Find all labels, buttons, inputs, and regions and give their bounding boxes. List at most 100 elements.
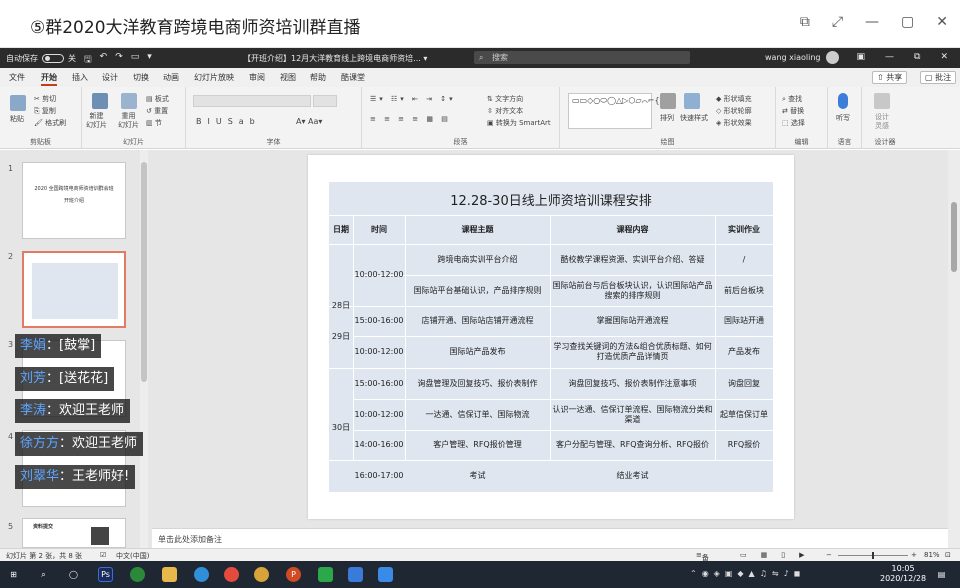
notes-toggle[interactable]: ≡ 备注 [696, 551, 709, 572]
tab-help[interactable]: 帮助 [310, 72, 326, 83]
cut-button[interactable]: ✂ 剪切 [34, 94, 56, 104]
edge-icon[interactable] [194, 567, 209, 582]
section-button[interactable]: ▥ 节 [146, 118, 162, 128]
task-view-icon[interactable]: ◯ [66, 567, 81, 582]
customize-icon[interactable]: ▾ [147, 52, 152, 68]
present-icon[interactable]: ▭ [131, 52, 140, 68]
redo-icon[interactable]: ↷ [115, 52, 123, 68]
file-explorer-icon[interactable] [162, 567, 177, 582]
quick-styles-icon[interactable] [684, 93, 700, 109]
tab-animations[interactable]: 动画 [163, 72, 179, 83]
microphone-icon[interactable] [838, 93, 848, 109]
powerpoint-icon[interactable]: P [286, 567, 301, 582]
shape-effects-button[interactable]: ◈ 形状效果 [716, 118, 752, 128]
ppt-minimize-icon[interactable]: — [885, 52, 894, 62]
language[interactable]: 中文(中国) [116, 551, 149, 561]
reuse-slide-label[interactable]: 重用 幻灯片 [118, 112, 139, 130]
view-buttons[interactable]: ▭▦▯▶ [740, 551, 818, 559]
tab-home[interactable]: 开始 [41, 72, 57, 86]
photoshop-icon[interactable]: Ps [98, 567, 113, 582]
new-slide-icon[interactable] [92, 93, 108, 109]
dictate-label[interactable]: 听写 [836, 113, 850, 123]
scrollbar-thumb[interactable] [141, 162, 147, 382]
tab-slideshow[interactable]: 幻灯片放映 [194, 72, 234, 83]
notes-pane[interactable]: 单击此处添加备注 [152, 528, 948, 548]
app-icon[interactable] [378, 567, 393, 582]
slide-thumbnail-5[interactable]: 资料提交 [22, 518, 126, 548]
zoom-slider[interactable] [838, 552, 908, 559]
arrange-icon[interactable] [660, 93, 676, 109]
search-icon[interactable]: ⌕ [36, 567, 51, 582]
ppt-close-icon[interactable]: ✕ [940, 52, 948, 62]
reset-button[interactable]: ↺ 重置 [146, 106, 168, 116]
browser-icon[interactable] [254, 567, 269, 582]
popout-icon[interactable]: ⧉ [800, 14, 810, 30]
canvas-scrollbar[interactable] [948, 150, 960, 548]
tab-view[interactable]: 视图 [280, 72, 296, 83]
find-button[interactable]: ⌕ 查找 [782, 94, 802, 104]
share-button[interactable]: ⇧ 共享 [872, 71, 908, 84]
slides-pane-scrollbar[interactable] [140, 150, 148, 548]
font-family-box[interactable] [193, 95, 311, 107]
search-box[interactable]: ⌕ 搜索 [474, 51, 690, 64]
notification-icon[interactable]: ▤ [934, 567, 949, 582]
tab-insert[interactable]: 插入 [72, 72, 88, 83]
zoom-out-icon[interactable]: − [826, 551, 832, 559]
tab-transitions[interactable]: 切换 [133, 72, 149, 83]
app-icon[interactable] [130, 567, 145, 582]
shapes-gallery[interactable]: ▭▭◇○⬭◯△▷⬡▱⌒⌐{ }☆ [568, 93, 674, 129]
autosave-toggle[interactable] [42, 54, 64, 63]
list-buttons[interactable]: ☰▾ ☷▾ ⇤ ⇥ ↕▾ [370, 95, 456, 103]
layout-button[interactable]: ▤ 板式 [146, 94, 169, 104]
zoom-level[interactable]: 81% [924, 551, 940, 559]
autosave[interactable]: 自动保存 关 [6, 53, 76, 64]
chrome-icon[interactable] [224, 567, 239, 582]
reuse-slide-icon[interactable] [121, 93, 137, 109]
scrollbar-thumb[interactable] [951, 202, 957, 272]
ppt-restore-icon[interactable]: ⧉ [914, 52, 920, 62]
fit-slide-icon[interactable]: ⊡ [945, 551, 951, 559]
paste-icon[interactable] [10, 95, 26, 111]
avatar[interactable] [826, 51, 839, 64]
font-format-buttons[interactable]: BIUSab [196, 117, 261, 126]
arrange-label[interactable]: 排列 [660, 113, 674, 123]
save-icon[interactable]: 🖫 [84, 52, 92, 68]
format-painter-button[interactable]: 🖌 格式刷 [34, 118, 66, 128]
align-buttons[interactable]: ≡ ≡ ≡ ≡ ▦ ▤ [370, 115, 451, 123]
font-size-box[interactable] [313, 95, 337, 107]
clock[interactable]: 10:05 2020/12/28 [880, 564, 926, 584]
app-icon[interactable] [348, 567, 363, 582]
close-icon[interactable]: ✕ [936, 14, 948, 30]
expand-icon[interactable]: ⤢ [832, 14, 843, 30]
tab-file[interactable]: 文件 [9, 72, 25, 83]
smartart-button[interactable]: ▣ 转换为 SmartArt [487, 118, 551, 128]
undo-icon[interactable]: ↶ [100, 52, 108, 68]
ribbon-display-icon[interactable]: ▣ [857, 52, 866, 62]
paste-label[interactable]: 粘贴 [10, 114, 24, 124]
slide-thumbnail-2[interactable] [22, 251, 126, 328]
comment-button[interactable]: ▢ 批注 [920, 71, 957, 84]
replace-button[interactable]: ⇄ 替换 [782, 106, 804, 116]
tab-design[interactable]: 设计 [102, 72, 118, 83]
new-slide-label[interactable]: 新建 幻灯片 [86, 112, 107, 130]
zoom-in-icon[interactable]: + [911, 551, 917, 559]
copy-button[interactable]: ⎘ 复制 [34, 106, 56, 116]
minimize-icon[interactable]: — [865, 14, 879, 30]
maximize-icon[interactable]: ▢ [901, 14, 914, 30]
windows-start-icon[interactable]: ⊞ [6, 567, 21, 582]
spellcheck-icon[interactable]: ☑ [100, 551, 106, 559]
slide-thumbnail-1[interactable]: 2020 全国跨境电商师资培训群会班 开班介绍 [22, 162, 126, 239]
quick-styles-label[interactable]: 快速样式 [680, 113, 708, 123]
align-text-button[interactable]: ⇳ 对齐文本 [487, 106, 523, 116]
tab-review[interactable]: 审阅 [249, 72, 265, 83]
wechat-icon[interactable] [318, 567, 333, 582]
shape-fill-button[interactable]: ◆ 形状填充 [716, 94, 752, 104]
text-direction-button[interactable]: ⇅ 文字方向 [487, 94, 523, 104]
select-button[interactable]: ⬚ 选择 [782, 118, 805, 128]
system-tray-icons[interactable]: ⌃◉◈▣◆▲♫⇋♪◼ [690, 569, 805, 578]
tab-kuketang[interactable]: 酷课堂 [341, 72, 365, 83]
font-color-icon[interactable]: A▾ Aa▾ [296, 117, 322, 126]
shape-outline-button[interactable]: ◇ 形状轮廓 [716, 106, 752, 116]
schedule-table[interactable]: 12.28-30日线上师资培训课程安排 日期 时间 课程主题 课程内容 实训作业… [329, 182, 773, 492]
design-ideas-label[interactable]: 设计 灵感 [875, 113, 889, 131]
